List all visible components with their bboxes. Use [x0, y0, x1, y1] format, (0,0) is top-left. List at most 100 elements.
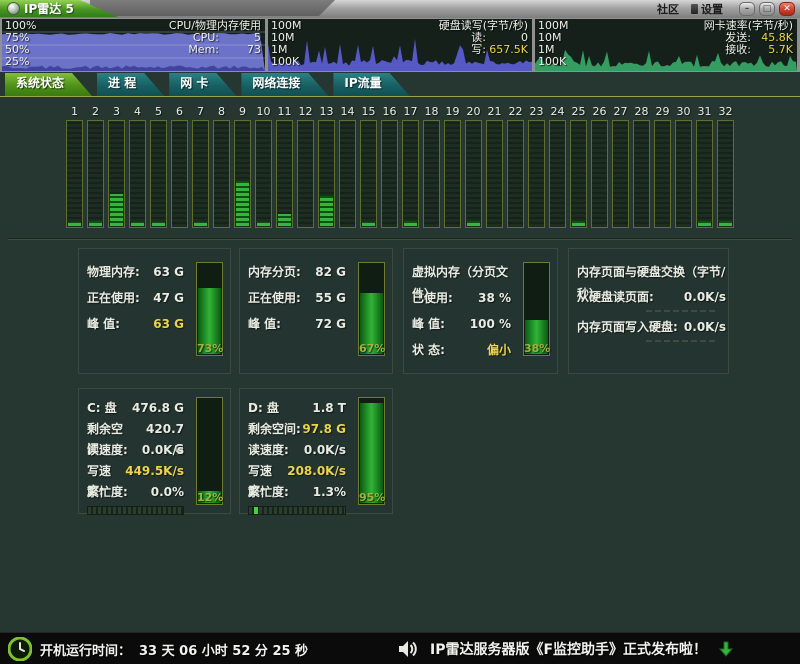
- cpu-core-number: 30: [677, 104, 691, 120]
- row-value: 100 %: [470, 313, 517, 339]
- cpu-core-bar: [381, 120, 398, 228]
- cpu-core-number: 2: [92, 104, 99, 120]
- virtual-memory-percent: 38%: [524, 342, 549, 355]
- cpu-core-bar: [444, 120, 461, 228]
- cpu-core-number: 20: [467, 104, 481, 120]
- banner-shadow: [90, 0, 335, 16]
- tab-network-connections[interactable]: 网络连接: [241, 73, 328, 96]
- cpu-core-3: 3: [108, 104, 125, 228]
- download-icon[interactable]: [719, 641, 733, 657]
- tab-system-status[interactable]: 系统状态: [5, 73, 92, 96]
- cpu-core-bar: [339, 120, 356, 228]
- disk-write-value: 657.5K: [486, 43, 528, 56]
- memory-paging-panel: 内存分页:82 G 正在使用:55 G 峰 值:72 G 67%: [239, 248, 393, 374]
- disk-d-usage-bar: 95%: [358, 397, 385, 505]
- row-label: 峰 值:: [412, 313, 445, 339]
- mem-label: Mem:: [188, 43, 219, 56]
- cpu-core-bar: [633, 120, 650, 228]
- disk-d-busy-bar: [248, 506, 346, 515]
- row-value: 420.7 G: [136, 419, 190, 440]
- cpu-core-number: 23: [530, 104, 544, 120]
- row-value: 0.0K/s: [142, 440, 190, 461]
- net-axis-100k: 100K: [538, 55, 566, 68]
- cpu-core-17: 17: [402, 104, 419, 228]
- close-button[interactable]: ✕: [779, 2, 795, 16]
- row-value: 97.8 G: [302, 419, 352, 440]
- disk-name: C: 盘: [87, 398, 117, 419]
- cpu-core-bar: [612, 120, 629, 228]
- swap-write-sparkline: [646, 340, 718, 342]
- row-value: 47 G: [153, 287, 190, 313]
- row-value: 72 G: [315, 313, 352, 339]
- section-divider: [8, 238, 792, 240]
- cpu-core-bar: [591, 120, 608, 228]
- cpu-core-25: 25: [570, 104, 587, 228]
- cpu-core-14: 14: [339, 104, 356, 228]
- row-label: 峰 值:: [248, 313, 281, 339]
- row-value: 82 G: [315, 261, 352, 287]
- cpu-core-number: 14: [341, 104, 355, 120]
- uptime-value: 33 天 06 小时 52 分 25 秒: [139, 640, 308, 659]
- virtual-memory-panel: 虚拟内存（分页文件） 已使用:38 % 峰 值:100 % 状 态:偏小 38%: [403, 248, 558, 374]
- row-label: 状 态:: [412, 339, 445, 365]
- tab-network-card[interactable]: 网 卡: [169, 73, 236, 96]
- row-label: 写速度:: [248, 461, 287, 482]
- maximize-button[interactable]: □: [759, 2, 775, 16]
- cpu-core-bar: [192, 120, 209, 228]
- physical-memory-percent: 73%: [197, 342, 222, 355]
- row-value: 63 G: [153, 261, 190, 287]
- cpu-core-number: 27: [614, 104, 628, 120]
- row-value: 0.0%: [151, 482, 190, 503]
- announcement[interactable]: IP雷达服务器版《F监控助手》正式发布啦！: [398, 633, 733, 664]
- cpu-core-22: 22: [507, 104, 524, 228]
- gear-icon: [691, 4, 698, 14]
- cpu-core-16: 16: [381, 104, 398, 228]
- row-label: 已使用:: [412, 287, 453, 313]
- row-label: 从硬盘读页面:: [577, 287, 654, 309]
- tab-ip-traffic[interactable]: IP流量: [333, 73, 409, 96]
- cpu-core-23: 23: [528, 104, 545, 228]
- announcement-text: IP雷达服务器版《F监控助手》正式发布啦！: [430, 639, 707, 659]
- cpu-core-8: 8: [213, 104, 230, 228]
- cpu-core-bar: [486, 120, 503, 228]
- tab-processes[interactable]: 进 程: [97, 73, 164, 96]
- cpu-core-21: 21: [486, 104, 503, 228]
- title-bar[interactable]: IP雷达 5 社区 设置 – □ ✕: [0, 0, 800, 18]
- disk-c-panel: C: 盘476.8 G 剩余空间:420.7 G 读速度:0.0K/s 写速度:…: [78, 388, 231, 514]
- disk-d-panel: D: 盘1.8 T 剩余空间:97.8 G 读速度:0.0K/s 写速度:208…: [239, 388, 393, 514]
- disk-write-label: 写:: [471, 43, 486, 56]
- cpu-core-bar: [234, 120, 251, 228]
- cpu-core-4: 4: [129, 104, 146, 228]
- cpu-core-bar: [255, 120, 272, 228]
- graphs-band: 100% 75% 50% 25% CPU/物理内存使用 CPU:5 Mem:73…: [0, 18, 800, 72]
- cpu-core-bar: [360, 120, 377, 228]
- cpu-core-number: 32: [719, 104, 733, 120]
- app-window: IP雷达 5 社区 设置 – □ ✕ 100% 75% 50% 25%: [0, 0, 800, 664]
- row-label: 正在使用:: [87, 287, 140, 313]
- cpu-core-24: 24: [549, 104, 566, 228]
- cpu-core-26: 26: [591, 104, 608, 228]
- settings-button[interactable]: 设置: [691, 1, 723, 17]
- minimize-button[interactable]: –: [739, 2, 755, 16]
- cpu-core-bar: [654, 120, 671, 228]
- disk-d-busy-segment: [254, 507, 258, 514]
- disk-c-percent: 12%: [197, 491, 222, 504]
- cpu-core-number: 15: [362, 104, 376, 120]
- settings-label: 设置: [701, 1, 723, 17]
- app-title: IP雷达 5: [24, 0, 74, 17]
- memory-disk-swap-panel: 内存页面与硬盘交换（字节/秒） 从硬盘读页面:0.0K/s 内存页面写入硬盘:0…: [568, 248, 729, 374]
- cpu-core-11: 11: [276, 104, 293, 228]
- row-label: 繁忙度:: [87, 482, 128, 503]
- uptime-label: 开机运行时间：: [40, 640, 131, 659]
- cpu-core-number: 22: [509, 104, 523, 120]
- status-bar: 开机运行时间： 33 天 06 小时 52 分 25 秒 IP雷达服务器版《F监…: [0, 632, 800, 664]
- row-value: 0.0K/s: [304, 440, 352, 461]
- row-label: 正在使用:: [248, 287, 301, 313]
- cpu-core-29: 29: [654, 104, 671, 228]
- cpu-core-19: 19: [444, 104, 461, 228]
- disk-size: 476.8 G: [132, 398, 190, 419]
- row-value: 63 G: [153, 313, 190, 339]
- community-link[interactable]: 社区: [657, 1, 679, 17]
- cpu-core-bar: [129, 120, 146, 228]
- disk-io-graph: 100M 10M 1M 100K 硬盘读写(字节/秒) 读:0 写:657.5K: [268, 19, 532, 71]
